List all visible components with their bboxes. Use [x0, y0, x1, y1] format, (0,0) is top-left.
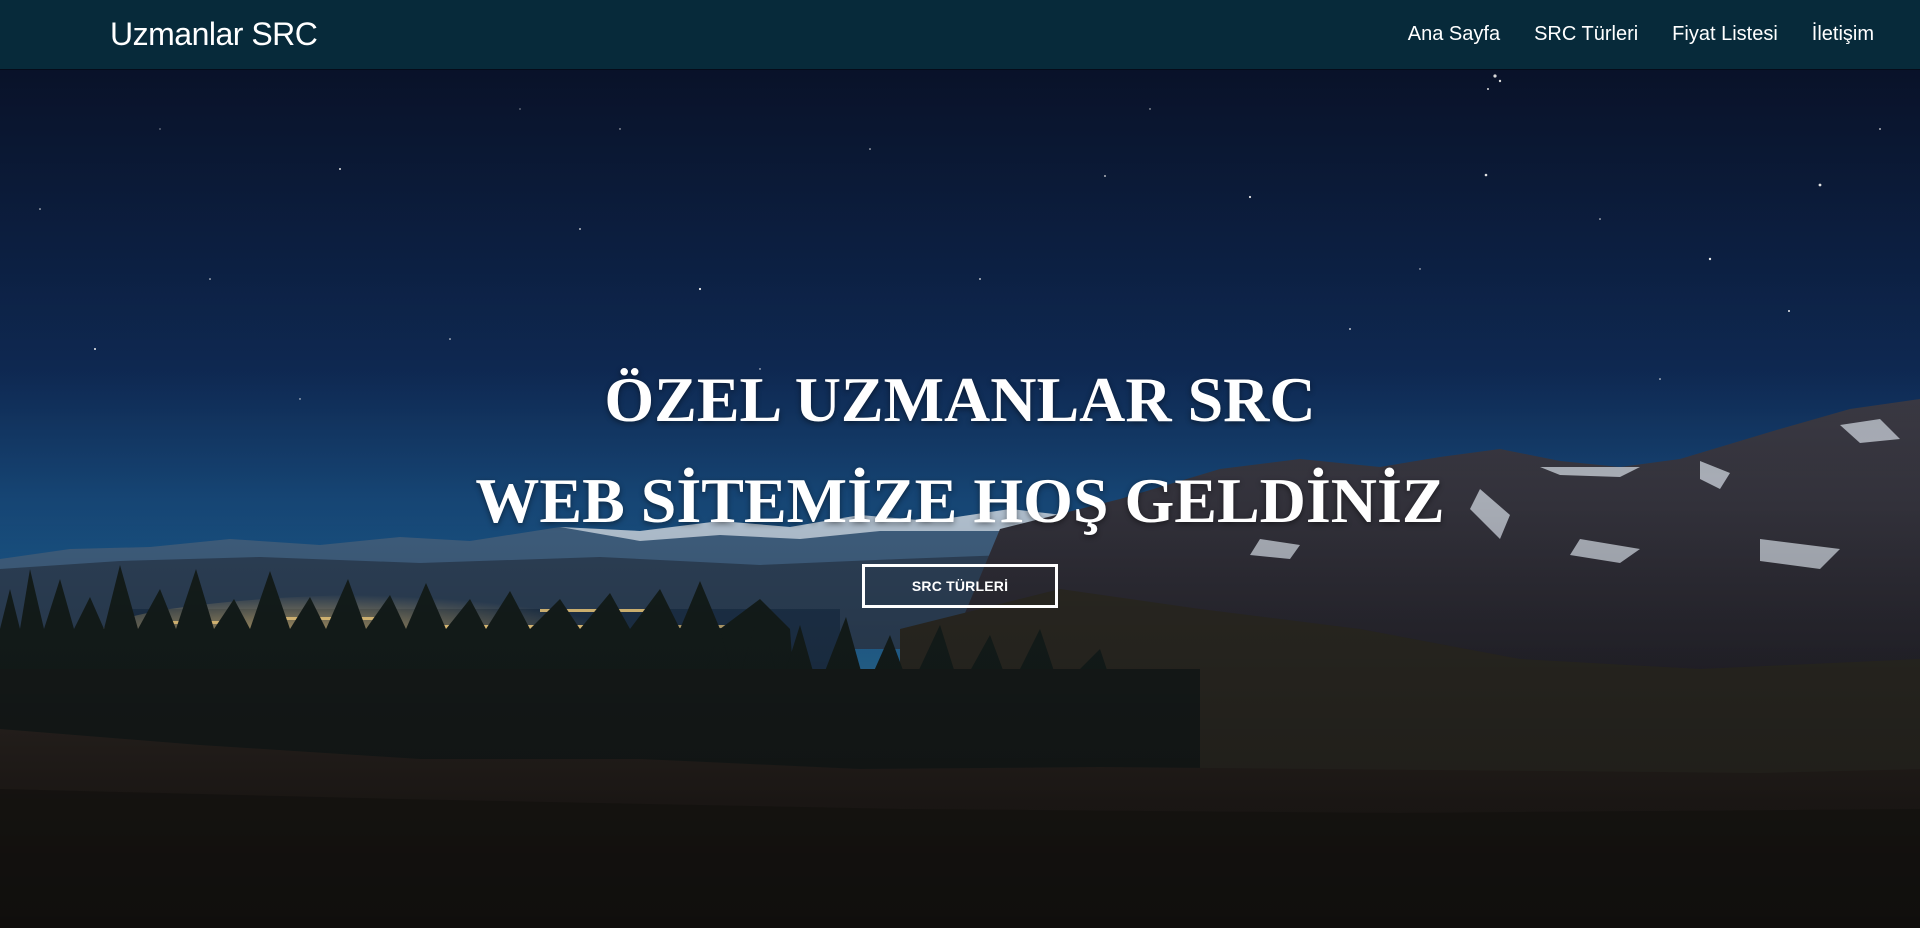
- src-turleri-button[interactable]: SRC TÜRLERİ: [862, 564, 1058, 608]
- hero-title-line1: ÖZEL UZMANLAR SRC: [604, 364, 1316, 435]
- brand-logo-link[interactable]: Uzmanlar SRC: [110, 14, 318, 54]
- nav-link-fiyat-listesi[interactable]: Fiyat Listesi: [1672, 21, 1778, 47]
- hero-section: ÖZEL UZMANLAR SRC WEB SİTEMİZE HOŞ GELDİ…: [0, 69, 1920, 928]
- hero-title-line2: WEB SİTEMİZE HOŞ GELDİNİZ: [475, 465, 1445, 536]
- top-navbar: Uzmanlar SRC Ana Sayfa SRC Türleri Fiyat…: [0, 0, 1920, 69]
- nav-link-src-turleri[interactable]: SRC Türleri: [1534, 21, 1638, 47]
- main-nav: Ana Sayfa SRC Türleri Fiyat Listesi İlet…: [1408, 21, 1874, 47]
- nav-link-ana-sayfa[interactable]: Ana Sayfa: [1408, 21, 1500, 47]
- nav-link-iletisim[interactable]: İletişim: [1812, 21, 1874, 47]
